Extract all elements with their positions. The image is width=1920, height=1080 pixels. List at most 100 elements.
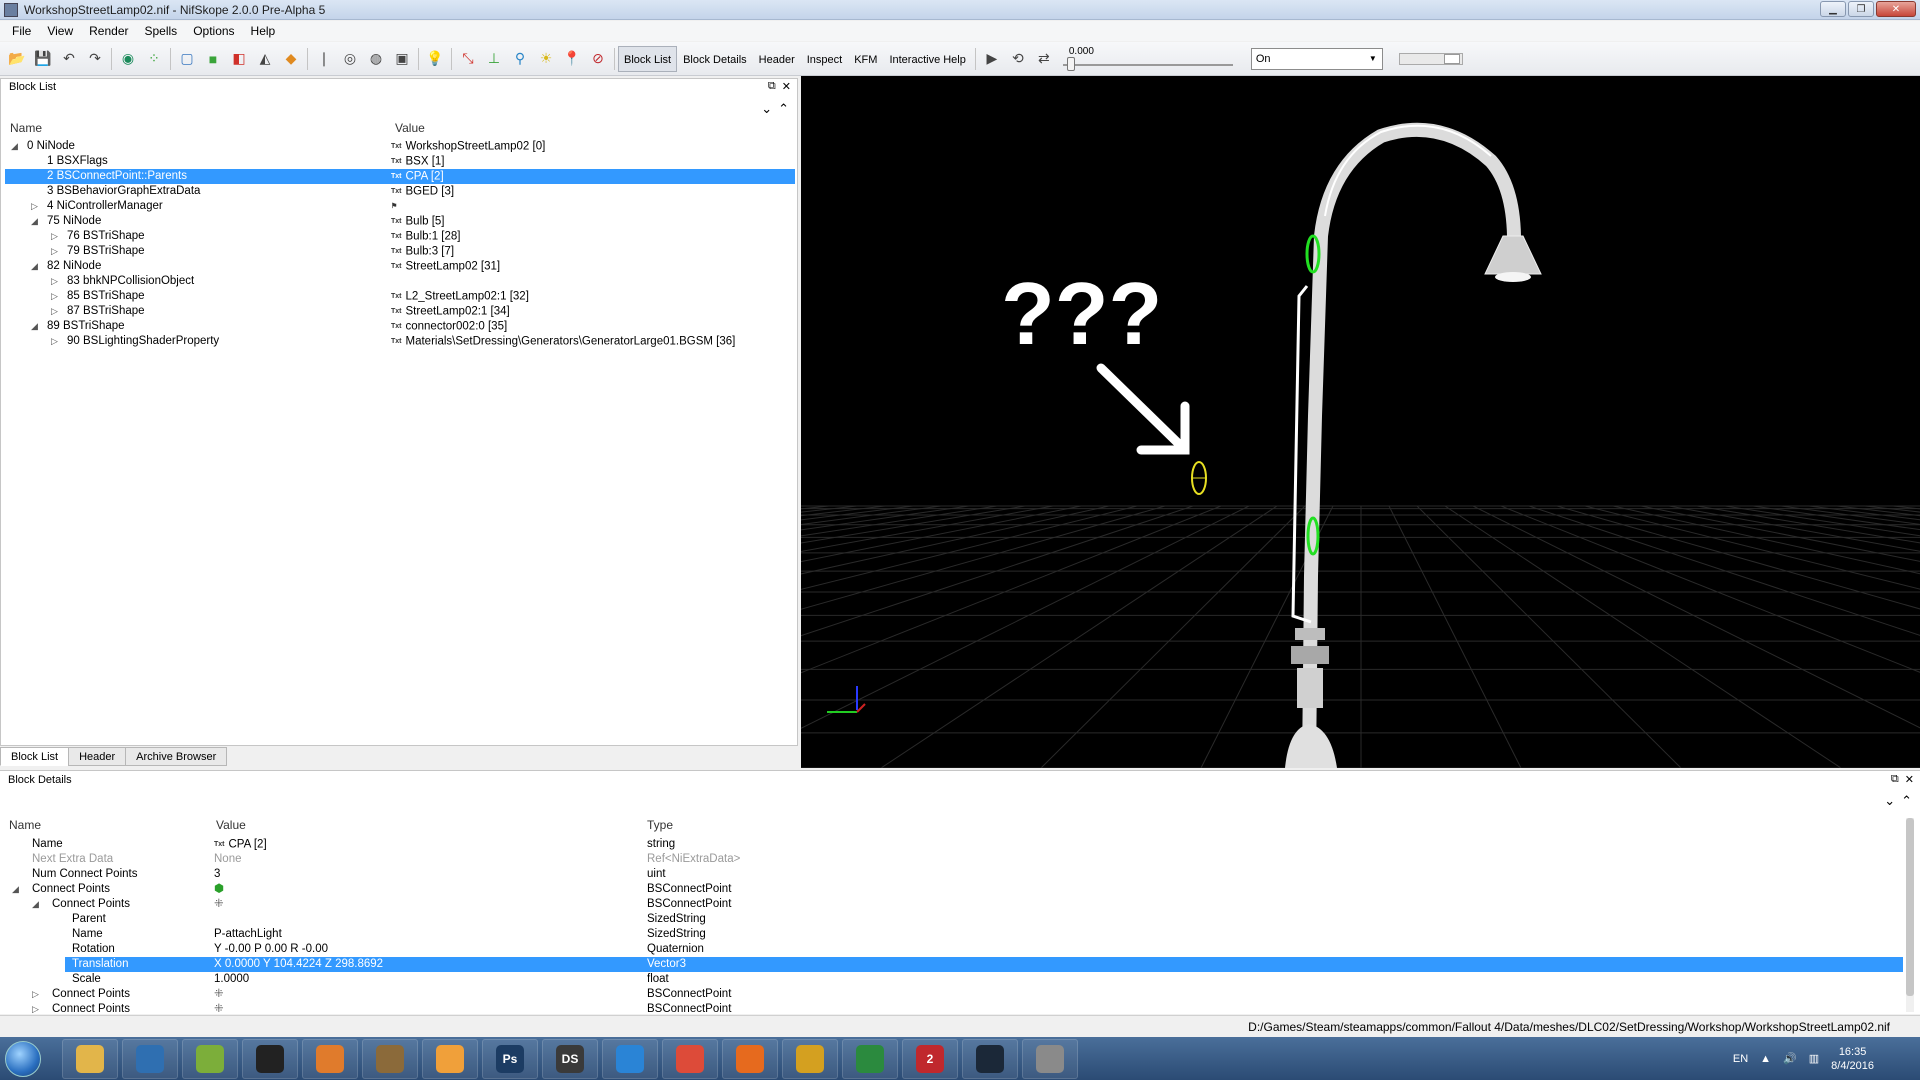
close-panel-icon[interactable]: ✕	[782, 80, 791, 93]
taskbar-app-nifskope[interactable]	[1022, 1038, 1078, 1079]
detail-row[interactable]: Translation X 0.0000 Y 104.4224 Z 298.869…	[4, 957, 1904, 972]
flip-view-icon[interactable]: ◭	[252, 46, 278, 72]
block-list-row[interactable]: 2 BSConnectPoint::Parents Txt CPA [2]	[5, 169, 795, 184]
taskbar-app-video-app[interactable]	[302, 1038, 358, 1079]
walk-mode-icon[interactable]: ❘	[311, 46, 337, 72]
taskbar-app-lightning-app[interactable]	[362, 1038, 418, 1079]
menu-render[interactable]: Render	[81, 21, 136, 41]
eye-alt-icon[interactable]: ◍	[363, 46, 389, 72]
taskbar-app-media-player[interactable]	[242, 1038, 298, 1079]
block-list-row[interactable]: ▷ 76 BSTriShape Txt Bulb:1 [28]	[5, 229, 795, 244]
block-list-name-header[interactable]: Name	[10, 121, 42, 135]
undo-icon[interactable]: ↶	[56, 46, 82, 72]
block-list-row[interactable]: ◢ 75 NiNode Txt Bulb [5]	[5, 214, 795, 229]
collapse-all-icon[interactable]: ⌃	[778, 101, 789, 117]
block-list-row[interactable]: ◢ 89 BSTriShape Txt connector002:0 [35]	[5, 319, 795, 334]
start-button[interactable]	[0, 1037, 46, 1080]
detail-row[interactable]: Rotation Y -0.00 P 0.00 R -0.00 Quaternion	[4, 942, 1904, 957]
toggle-header-button[interactable]: Header	[753, 46, 801, 72]
details-type-header[interactable]: Type	[647, 818, 673, 832]
block-list-row[interactable]: ▷ 90 BSLightingShaderProperty Txt Materials…	[5, 334, 795, 349]
clock[interactable]: 16:35 8/4/2016	[1831, 1045, 1874, 1073]
expand-arrow-icon[interactable]: ▷	[31, 199, 41, 214]
block-list-row[interactable]: 1 BSXFlags Txt BSX [1]	[5, 154, 795, 169]
float-panel-icon[interactable]: ⧉	[768, 80, 776, 93]
details-value-header[interactable]: Value	[216, 818, 246, 832]
time-slider-thumb[interactable]	[1066, 56, 1075, 71]
collapse-arrow-icon[interactable]: ◢	[31, 259, 41, 274]
block-list-row[interactable]: ▷ 4 NiControllerManager ⚑	[5, 199, 795, 214]
animation-mode-select[interactable]: On ▼	[1250, 47, 1383, 70]
menu-file[interactable]: File	[4, 21, 39, 41]
taskbar-app-photoshop[interactable]: Ps	[482, 1038, 538, 1079]
menu-spells[interactable]: Spells	[137, 21, 186, 41]
detail-row[interactable]: Scale 1.0000 float	[4, 972, 1904, 987]
hide-icon[interactable]: ⊘	[585, 46, 611, 72]
detail-row[interactable]: ◢ Connect Points ⁜ BSConnectPoint	[4, 897, 1904, 912]
taskbar-app-chart-app[interactable]	[182, 1038, 238, 1079]
collapse-arrow-icon[interactable]: ◢	[12, 882, 19, 897]
expand-arrow-icon[interactable]: ▷	[51, 229, 61, 244]
render-viewport[interactable]: ???	[801, 76, 1920, 768]
block-list-row[interactable]: ◢ 0 NiNode Txt WorkshopStreetLamp02 [0]	[5, 139, 795, 154]
expand-arrow-icon[interactable]: ▷	[51, 304, 61, 319]
tab-header[interactable]: Header	[68, 747, 127, 766]
eye-icon[interactable]: ◎	[337, 46, 363, 72]
block-list-row[interactable]: 3 BSBehaviorGraphExtraData Txt BGED [3]	[5, 184, 795, 199]
detail-row[interactable]: Parent SizedString	[4, 912, 1904, 927]
collapse-arrow-icon[interactable]: ◢	[31, 319, 41, 334]
expand-arrow-icon[interactable]: ▷	[32, 987, 39, 1002]
network-icon[interactable]: ▥	[1809, 1052, 1819, 1065]
taskbar-app-steam[interactable]	[962, 1038, 1018, 1079]
collapse-arrow-icon[interactable]: ◢	[31, 214, 41, 229]
block-list-row[interactable]: ▷ 79 BSTriShape Txt Bulb:3 [7]	[5, 244, 795, 259]
volume-icon[interactable]: 🔊	[1783, 1052, 1797, 1065]
view-top-icon[interactable]: ◧	[226, 46, 252, 72]
marker-icon[interactable]: 📍	[559, 46, 585, 72]
detail-row[interactable]: Name P-attachLight SizedString	[4, 927, 1904, 942]
toggle-block-list-button[interactable]: Block List	[618, 45, 678, 72]
perspective-icon[interactable]: ◆	[278, 46, 304, 72]
menu-help[interactable]: Help	[243, 21, 284, 41]
taskbar-app-thunderbird[interactable]	[122, 1038, 178, 1079]
taskbar-app-folder[interactable]	[62, 1038, 118, 1079]
details-name-header[interactable]: Name	[9, 818, 41, 832]
collapse-all-icon[interactable]: ⌃	[1901, 793, 1912, 809]
view-side-icon[interactable]: ■	[200, 46, 226, 72]
block-list-row[interactable]: ▷ 85 BSTriShape Txt L2_StreetLamp02:1 [32]	[5, 289, 795, 304]
details-scrollbar[interactable]	[1906, 818, 1914, 1012]
toggle-kfm-button[interactable]: KFM	[848, 46, 883, 72]
show-hidden-icons-icon[interactable]: ▲	[1760, 1053, 1771, 1065]
play-icon[interactable]: ▶	[979, 46, 1005, 72]
redo-icon[interactable]: ↷	[82, 46, 108, 72]
taskbar-app-utorrent[interactable]	[842, 1038, 898, 1079]
detail-row[interactable]: Num Connect Points 3 uint	[4, 867, 1904, 882]
globe-icon[interactable]: ◉	[115, 46, 141, 72]
detail-row[interactable]: ▷ Connect Points ⁜ BSConnectPoint	[4, 987, 1904, 1002]
switch-icon[interactable]: ⇄	[1031, 46, 1057, 72]
detail-row[interactable]: ◢ Connect Points ⬢ BSConnectPoint	[4, 882, 1904, 897]
float-panel-icon[interactable]: ⧉	[1891, 773, 1899, 786]
taskbar-app-app-two[interactable]: 2	[902, 1038, 958, 1079]
taskbar-app-ds-app[interactable]: DS	[542, 1038, 598, 1079]
loop-icon[interactable]: ⟲	[1005, 46, 1031, 72]
skeleton-icon[interactable]: ⚲	[507, 46, 533, 72]
taskbar-app-photo-app[interactable]	[422, 1038, 478, 1079]
view-front-icon[interactable]: ▢	[174, 46, 200, 72]
open-file-icon[interactable]: 📂	[4, 46, 30, 72]
taskbar-app-chrome[interactable]	[662, 1038, 718, 1079]
close-button[interactable]: ✕	[1876, 1, 1916, 17]
block-list-row[interactable]: ▷ 87 BSTriShape Txt StreetLamp02:1 [34]	[5, 304, 795, 319]
time-slider[interactable]: 0.000	[1062, 44, 1233, 74]
screenshot-icon[interactable]: ▣	[389, 46, 415, 72]
lightbulb-icon[interactable]: 💡	[422, 46, 448, 72]
block-list-row[interactable]: ◢ 82 NiNode Txt StreetLamp02 [31]	[5, 259, 795, 274]
interactive-help-button[interactable]: Interactive Help	[883, 46, 971, 72]
grid-axis-icon[interactable]: ⊥	[481, 46, 507, 72]
tab-archive-browser[interactable]: Archive Browser	[125, 747, 228, 766]
speed-slider[interactable]	[1398, 52, 1463, 65]
language-indicator[interactable]: EN	[1733, 1053, 1748, 1065]
toggle-inspect-button[interactable]: Inspect	[801, 46, 848, 72]
collapse-arrow-icon[interactable]: ◢	[11, 139, 21, 154]
detail-row[interactable]: Next Extra Data None Ref<NiExtraData>	[4, 852, 1904, 867]
